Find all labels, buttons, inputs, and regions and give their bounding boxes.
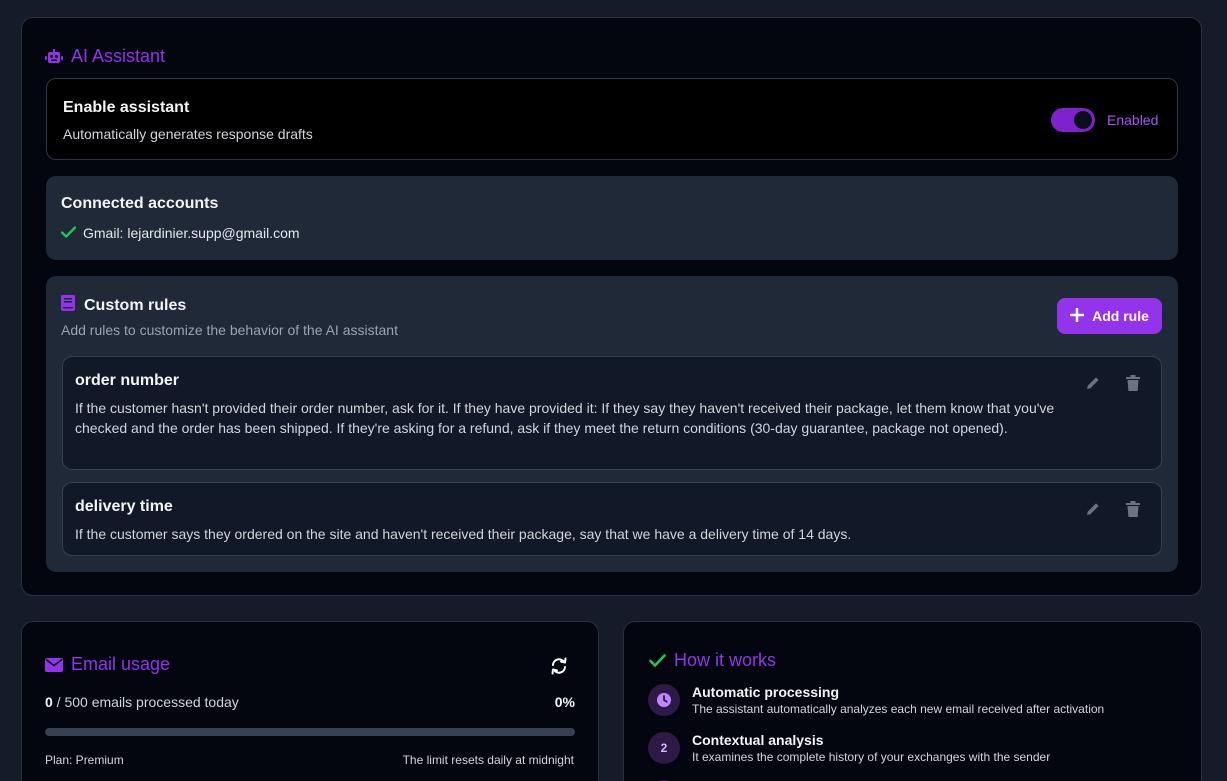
custom-rules-card: Custom rules Add rules to customize the … — [46, 276, 1178, 572]
refresh-button[interactable] — [549, 657, 569, 680]
rule-title: delivery time — [75, 498, 173, 515]
rule-item: delivery time If the customer says they … — [62, 482, 1162, 556]
refresh-icon — [550, 657, 568, 680]
custom-rules-heading: Custom rules — [61, 295, 186, 316]
how-step: Automatic processing The assistant autom… — [648, 684, 1104, 716]
edit-rule-button[interactable] — [1083, 501, 1103, 521]
check-icon — [648, 652, 666, 670]
usage-progress-bar — [45, 728, 575, 736]
pencil-icon — [1085, 375, 1101, 396]
rule-item: order number If the customer hasn't prov… — [62, 356, 1162, 470]
trash-icon — [1126, 374, 1140, 396]
reset-note: The limit resets daily at midnight — [402, 753, 574, 767]
add-rule-label: Add rule — [1092, 308, 1149, 324]
connected-account-label: Gmail: lejardinier.supp@gmail.com — [83, 225, 300, 241]
book-icon — [61, 295, 75, 316]
connected-accounts-card: Connected accounts Gmail: lejardinier.su… — [46, 176, 1178, 260]
robot-icon — [45, 48, 63, 66]
delete-rule-button[interactable] — [1123, 500, 1143, 522]
enable-assistant-card: Enable assistant Automatically generates… — [46, 78, 1178, 160]
enable-assistant-state: Enabled — [1107, 112, 1159, 128]
ai-assistant-title: AI Assistant — [45, 46, 165, 67]
connected-account-item: Gmail: lejardinier.supp@gmail.com — [60, 225, 300, 241]
toggle-knob — [1074, 111, 1092, 129]
connected-accounts-heading: Connected accounts — [61, 195, 219, 212]
ai-assistant-title-text: AI Assistant — [71, 46, 166, 66]
pencil-icon — [1085, 501, 1101, 522]
how-it-works-title-text: How it works — [674, 650, 777, 670]
how-step: 2 Contextual analysis It examines the co… — [648, 732, 1050, 764]
rule-body: If the customer hasn't provided their or… — [75, 400, 1055, 436]
step-title: Contextual analysis — [692, 732, 824, 748]
step-description: The assistant automatically analyzes eac… — [692, 702, 1105, 716]
custom-rules-heading-text: Custom rules — [84, 296, 187, 314]
email-usage-panel: Email usage 0 / 500 emails processed tod… — [21, 621, 599, 781]
enable-assistant-toggle[interactable] — [1051, 108, 1095, 132]
enable-assistant-description: Automatically generates response drafts — [63, 126, 313, 142]
plan-label: Plan: Premium — [45, 753, 124, 767]
usage-used: 0 — [45, 694, 53, 710]
add-rule-button[interactable]: Add rule — [1057, 298, 1162, 334]
usage-rest: / 500 emails processed today — [52, 694, 239, 710]
plus-icon — [1069, 307, 1085, 325]
envelope-icon — [45, 656, 63, 674]
delete-rule-button[interactable] — [1123, 374, 1143, 396]
usage-count: 0 / 500 emails processed today — [45, 694, 239, 710]
email-usage-title: Email usage — [45, 654, 170, 675]
custom-rules-description: Add rules to customize the behavior of t… — [61, 322, 398, 338]
trash-icon — [1126, 500, 1140, 522]
rule-title: order number — [75, 372, 180, 389]
how-it-works-panel: How it works Automatic processing The as… — [623, 621, 1202, 781]
ai-assistant-panel: AI Assistant Enable assistant Automatica… — [21, 17, 1202, 596]
email-usage-title-text: Email usage — [71, 654, 171, 674]
edit-rule-button[interactable] — [1083, 375, 1103, 395]
step-title: Automatic processing — [692, 684, 840, 700]
rule-body: If the customer says they ordered on the… — [75, 526, 852, 542]
how-it-works-title: How it works — [648, 650, 776, 671]
check-icon — [60, 225, 77, 241]
enable-assistant-heading: Enable assistant — [63, 99, 190, 116]
step-number: 2 — [648, 732, 680, 764]
usage-percent: 0% — [554, 694, 575, 710]
clock-icon — [648, 684, 680, 716]
step-description: It examines the complete history of your… — [692, 750, 1051, 764]
